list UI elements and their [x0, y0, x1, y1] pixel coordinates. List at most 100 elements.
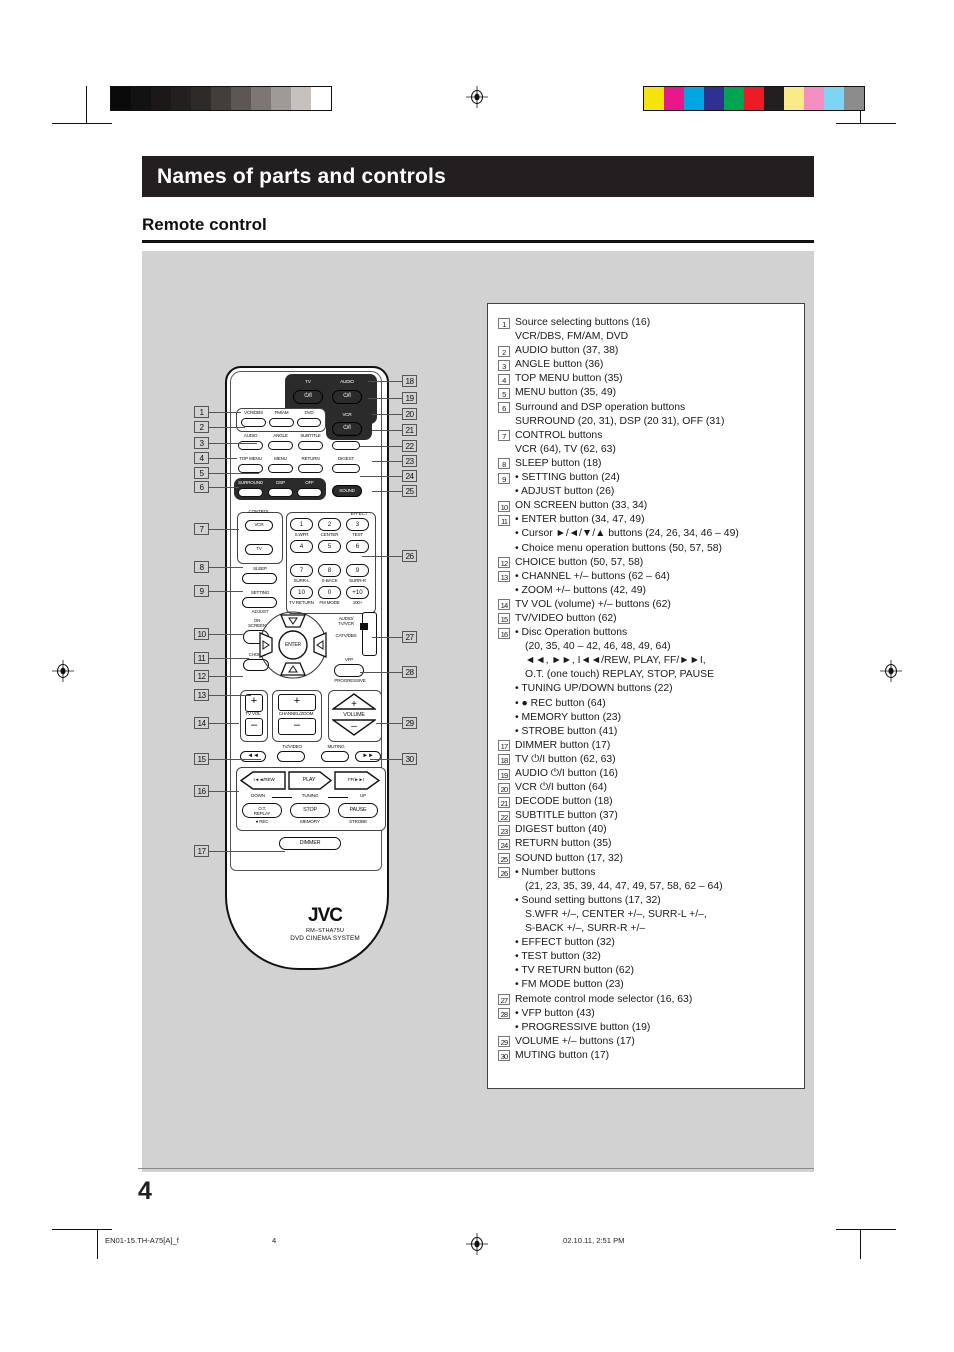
leader-27 [372, 637, 402, 638]
menu-label: MENU [274, 456, 287, 461]
surround-button[interactable] [238, 488, 263, 497]
dsp-button[interactable] [268, 488, 293, 497]
subtitle-button[interactable] [298, 441, 323, 450]
replay-label: O.T. REPLAY [253, 806, 271, 816]
keypad-key-8[interactable]: 8 [318, 564, 341, 577]
callout-6: 6 [194, 481, 209, 493]
keypad-key-4[interactable]: 4 [290, 540, 313, 553]
color-swatch-4 [724, 87, 744, 110]
tuning-up-label: UP [360, 793, 366, 798]
leader-17 [209, 851, 285, 852]
off-button[interactable] [297, 488, 322, 497]
color-swatch-9 [824, 87, 844, 110]
ff-label: FF/►►I [347, 777, 365, 782]
legend-item: 24 RETURN button (35) [498, 837, 796, 851]
play-label: PLAY [302, 777, 316, 783]
leader-4 [209, 458, 237, 459]
legend-item-number: 10 [498, 500, 510, 512]
mode-selector-switch[interactable] [362, 612, 377, 656]
parts-legend-list: 1 Source selecting buttons (16) VCR/DBS, F… [487, 303, 805, 1089]
setting-adjust-button[interactable] [242, 597, 277, 608]
legend-item-number: 25 [498, 853, 510, 865]
legend-item: 4 TOP MENU button (35) [498, 372, 796, 386]
model-number: RM–STHA75U [306, 928, 344, 934]
angle-button[interactable] [268, 441, 293, 450]
callout-28: 28 [402, 666, 417, 678]
menu-button[interactable] [268, 464, 293, 473]
sleep-button[interactable] [242, 573, 277, 584]
leader-2 [209, 427, 245, 428]
legend-item-subline: • Cursor ►/◄/▼/▲ buttons (24, 26, 34, 46… [515, 528, 739, 540]
legend-item-number: 4 [498, 373, 510, 385]
legend-item-subline: • TEST button (32) [515, 951, 601, 963]
legend-item-number: 8 [498, 458, 510, 470]
legend-item-label: • CHANNEL +/– buttons (62 – 64) [515, 570, 670, 582]
crop-mark-bottom-left-v [97, 1229, 99, 1259]
legend-item-label: TV VOL (volume) +/– buttons (62) [515, 598, 671, 610]
grayscale-calibration-bar [110, 86, 332, 111]
keypad-key-1[interactable]: 1 [290, 518, 313, 531]
mode-selector-knob[interactable] [360, 623, 368, 630]
legend-item-number: 24 [498, 838, 510, 850]
leader-11 [209, 658, 249, 659]
legend-item-number: 13 [498, 571, 510, 583]
return-label: RETURN [301, 456, 320, 461]
keypad-key-7[interactable]: 7 [290, 564, 313, 577]
keypad-key-6[interactable]: 6 [346, 540, 369, 553]
legend-item-label: CONTROL buttons [515, 429, 603, 441]
crop-mark-bottom-left [52, 1229, 112, 1231]
volume-down-button[interactable]: – [330, 719, 378, 736]
channel-zoom-minus-button[interactable]: – [278, 718, 316, 735]
keypad-key-0[interactable]: 0 [318, 586, 341, 599]
callout-21: 21 [402, 424, 417, 436]
tv-video-button[interactable] [277, 751, 305, 762]
gray-swatch-4 [191, 87, 211, 110]
keypad-key-plus10[interactable]: +10 [346, 586, 369, 599]
digest-button[interactable] [332, 464, 360, 473]
keypad-key-5[interactable]: 5 [318, 540, 341, 553]
legend-item-number: 28 [498, 1008, 510, 1020]
callout-11: 11 [194, 652, 209, 664]
legend-item-label: • Disc Operation buttons [515, 627, 628, 639]
keypad-key-2[interactable]: 2 [318, 518, 341, 531]
muting-button[interactable] [321, 751, 349, 762]
tv-power-glyph: ⏻/I [304, 393, 312, 399]
fm-am-button[interactable] [269, 418, 294, 427]
legend-item-number: 20 [498, 782, 510, 794]
vfp-progressive-button[interactable] [334, 664, 364, 677]
legend-item-label: SOUND button (17, 32) [515, 852, 623, 864]
callout-8: 8 [194, 561, 209, 573]
legend-item-label: • ENTER button (34, 47, 49) [515, 514, 645, 526]
legend-item-subline: • Sound setting buttons (17, 32) [515, 894, 661, 906]
channel-zoom-plus-button[interactable]: + [278, 694, 316, 711]
return-button[interactable] [298, 464, 323, 473]
tv-vol-plus-button[interactable]: + [245, 694, 263, 712]
legend-item: 16 • Disc Operation buttons [498, 626, 796, 640]
dvd-button[interactable] [297, 418, 321, 427]
keypad-key-10[interactable]: 10 [290, 586, 313, 599]
footer-rule [138, 1168, 814, 1170]
legend-item: 29 VOLUME +/– buttons (17) [498, 1035, 796, 1049]
vcr-dbs-button[interactable] [241, 418, 266, 427]
top-menu-button[interactable] [238, 464, 263, 473]
callout-20: 20 [402, 408, 417, 420]
legend-item: 11 • ENTER button (34, 47, 49) [498, 513, 796, 527]
manual-page: Names of parts and controls Remote contr… [0, 0, 954, 1352]
crop-mark-top-right [836, 123, 896, 125]
legend-item-subline: SURROUND (20, 31), DSP (20 31), OFF (31) [515, 415, 725, 427]
sleep-label: SLEEP [253, 566, 267, 571]
legend-item-subline: • EFFECT button (32) [515, 937, 615, 949]
legend-item-subline: S-BACK +/–, SURR-R +/– [525, 923, 646, 935]
legend-item-number: 19 [498, 768, 510, 780]
tv-vol-minus-button[interactable]: – [245, 718, 263, 736]
keypad-key-9[interactable]: 9 [346, 564, 369, 577]
legend-item: 14 TV VOL (volume) +/– buttons (62) [498, 598, 796, 612]
decode-button[interactable] [332, 441, 360, 450]
leader-7 [209, 529, 239, 530]
angle-label: ANGLE [273, 433, 288, 438]
legend-item-subline: (20, 35, 40 – 42, 46, 48, 49, 64) [525, 641, 671, 653]
legend-item: 27 Remote control mode selector (16, 63) [498, 993, 796, 1007]
surround-label: SURROUND [238, 480, 263, 485]
volume-up-button[interactable]: + [330, 693, 378, 710]
keypad-key-3[interactable]: 3 [346, 518, 369, 531]
